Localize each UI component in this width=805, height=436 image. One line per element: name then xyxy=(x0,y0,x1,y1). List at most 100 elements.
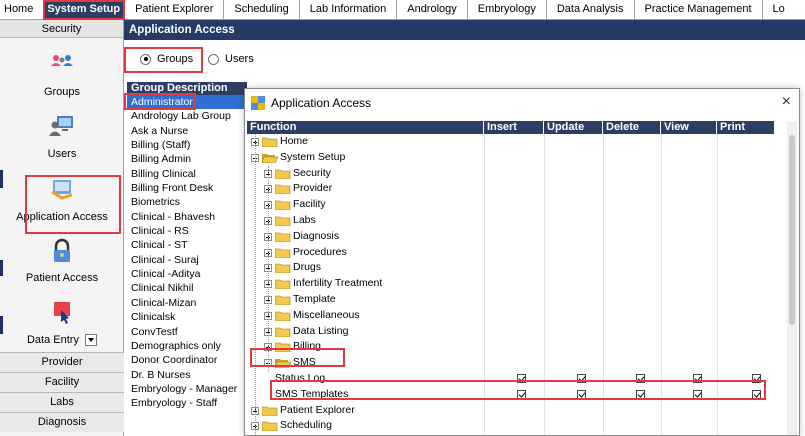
group-list-item[interactable]: Clinical - Suraj xyxy=(127,253,246,267)
tree-row[interactable]: Template xyxy=(247,292,787,308)
permission-checkbox[interactable] xyxy=(577,389,586,399)
permission-checkbox[interactable] xyxy=(752,389,761,399)
sidebar-item-patient-access[interactable]: Patient Access xyxy=(0,238,124,284)
sidebar-item-data-entry[interactable]: Data Entry xyxy=(0,300,124,347)
group-list-item[interactable]: Clinical -Aditya xyxy=(127,267,246,281)
col-update[interactable]: Update xyxy=(544,121,603,134)
permission-checkbox[interactable] xyxy=(577,373,586,383)
menu-tab-home[interactable]: Home xyxy=(0,0,43,20)
folder-icon xyxy=(274,263,291,274)
group-list-item[interactable]: Clinical - RS xyxy=(127,224,246,238)
tree-row[interactable]: SMS xyxy=(247,355,787,371)
permission-checkbox[interactable] xyxy=(752,373,761,383)
menu-tab-andrology[interactable]: Andrology xyxy=(397,0,468,20)
tree-row-label: Template xyxy=(293,292,336,305)
col-delete[interactable]: Delete xyxy=(603,121,661,134)
group-list-item[interactable]: Donor Coordinator xyxy=(127,353,246,367)
users-radio[interactable]: Users xyxy=(208,53,254,65)
group-list-item[interactable]: Billing (Staff) xyxy=(127,138,246,152)
tree-row[interactable]: Facility xyxy=(247,197,787,213)
tree-guide-line xyxy=(255,134,256,435)
permission-checkbox[interactable] xyxy=(636,373,645,383)
sidebar: Security Groups Users Application Access… xyxy=(0,20,124,436)
tree-row[interactable]: Provider xyxy=(247,181,787,197)
menu-tab-data-analysis[interactable]: Data Analysis xyxy=(547,0,635,20)
tree-row[interactable]: Procedures xyxy=(247,245,787,261)
sidebar-item-application-access[interactable]: Application Access xyxy=(0,177,124,223)
group-list-item[interactable]: Clinical - Bhavesh xyxy=(127,210,246,224)
groups-radio[interactable]: Groups xyxy=(140,53,193,65)
permission-checkbox[interactable] xyxy=(693,389,702,399)
permission-checkbox[interactable] xyxy=(693,373,702,383)
menu-tab-lo[interactable]: Lo xyxy=(763,0,795,20)
tree-row-label: Miscellaneous xyxy=(293,308,360,321)
group-list-item[interactable]: Andrology Lab Group xyxy=(127,109,246,123)
tree-row[interactable]: SMS Templates xyxy=(247,387,787,403)
tree-row-label: Procedures xyxy=(293,245,347,258)
menu-tab-practice-management[interactable]: Practice Management xyxy=(635,0,763,20)
tree-row[interactable]: Status Log xyxy=(247,371,787,387)
tree-row[interactable]: Drugs xyxy=(247,260,787,276)
tree-row[interactable]: Home xyxy=(247,134,787,150)
chevron-down-icon[interactable] xyxy=(85,334,98,347)
group-list-item[interactable]: Ask a Nurse xyxy=(127,124,246,138)
permission-checkbox[interactable] xyxy=(517,373,526,383)
group-list-item[interactable]: Clinicalsk xyxy=(127,310,246,324)
group-list[interactable]: Administrator Andrology Lab Group Ask a Nu… xyxy=(127,95,247,436)
sidebar-item-groups[interactable]: Groups xyxy=(0,52,124,98)
close-icon[interactable]: × xyxy=(782,93,791,111)
menu-tab-embryology[interactable]: Embryology xyxy=(468,0,547,20)
tree-row[interactable]: Labs xyxy=(247,213,787,229)
sidebar-tab-facility[interactable]: Facility xyxy=(0,372,124,392)
group-list-item[interactable]: Clinical-Mizan xyxy=(127,296,246,310)
tree-row[interactable]: Infertility Treatment xyxy=(247,276,787,292)
col-insert[interactable]: Insert xyxy=(484,121,544,134)
tree-row-label: SMS Templates xyxy=(275,387,349,400)
group-list-item[interactable]: Embryology - Staff xyxy=(127,396,246,410)
menu-tab-system-setup[interactable]: System Setup xyxy=(43,0,126,20)
group-list-item[interactable]: Billing Clinical xyxy=(127,167,246,181)
group-list-item[interactable]: Clinical Nikhil xyxy=(127,281,246,295)
tree-row[interactable]: Scheduling xyxy=(247,418,787,434)
group-list-item[interactable]: ConvTestf xyxy=(127,325,246,339)
top-menu-bar: Home System Setup Patient Explorer Sched… xyxy=(0,0,805,20)
tree-row[interactable]: Diagnosis xyxy=(247,229,787,245)
sidebar-tab-diagnosis[interactable]: Diagnosis xyxy=(0,412,124,432)
tree-guide-line xyxy=(268,166,269,372)
group-list-item[interactable]: Billing Front Desk xyxy=(127,181,246,195)
col-view[interactable]: View xyxy=(661,121,717,134)
col-function[interactable]: Function xyxy=(247,121,484,134)
folder-icon xyxy=(274,184,291,195)
group-description-header[interactable]: Group Description xyxy=(127,82,247,95)
tree-row[interactable]: System Setup xyxy=(247,150,787,166)
permission-checkbox[interactable] xyxy=(636,389,645,399)
group-list-item[interactable]: Billing Admin xyxy=(127,152,246,166)
tree-row[interactable]: Security xyxy=(247,166,787,182)
sidebar-section-header[interactable]: Security xyxy=(0,20,123,38)
tree-row-label: Labs xyxy=(293,213,316,226)
tree-row[interactable]: Miscellaneous xyxy=(247,308,787,324)
dialog-scrollbar[interactable] xyxy=(787,121,797,435)
group-list-item[interactable]: Demographics only xyxy=(127,339,246,353)
permission-checkbox[interactable] xyxy=(517,389,526,399)
group-list-item[interactable]: Administrator xyxy=(127,95,246,110)
sidebar-tab-provider[interactable]: Provider xyxy=(0,352,124,372)
sidebar-item-label: Users xyxy=(47,148,77,160)
group-list-item[interactable]: Clinical - ST xyxy=(127,238,246,252)
tree-row-label: Scheduling xyxy=(280,419,332,432)
col-print[interactable]: Print xyxy=(717,121,775,134)
folder-icon xyxy=(261,153,279,164)
sidebar-item-users[interactable]: Users xyxy=(0,114,124,160)
tree-row[interactable]: Data Listing xyxy=(247,324,787,340)
tree-row[interactable]: Billing xyxy=(247,339,787,355)
sidebar-tab-labs[interactable]: Labs xyxy=(0,392,124,412)
menu-tab-scheduling[interactable]: Scheduling xyxy=(224,0,300,20)
group-list-item[interactable]: Dr. B Nurses xyxy=(127,368,246,382)
menu-tab-patient-explorer[interactable]: Patient Explorer xyxy=(125,0,225,20)
scrollbar-thumb[interactable] xyxy=(789,135,795,325)
group-list-item[interactable]: Embryology - Manager xyxy=(127,382,246,396)
tree-row[interactable]: Patient Explorer xyxy=(247,403,787,419)
function-tree[interactable]: Home System Setup Security Provider Facility… xyxy=(247,134,787,435)
menu-tab-lab-information[interactable]: Lab Information xyxy=(300,0,398,20)
group-list-item[interactable]: Biometrics xyxy=(127,195,246,209)
